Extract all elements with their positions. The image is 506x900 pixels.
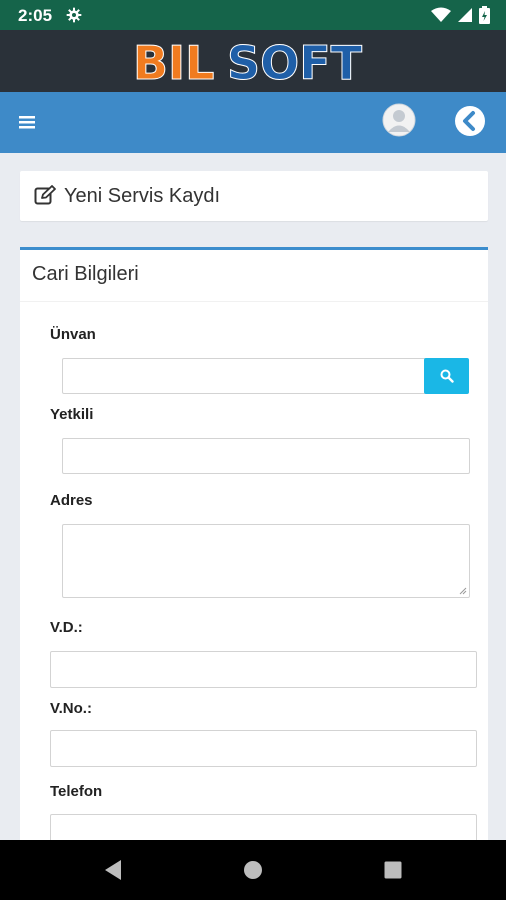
battery-icon: [479, 6, 490, 24]
edit-icon: [34, 185, 56, 205]
unvan-label: Ünvan: [50, 326, 96, 343]
adres-label: Adres: [50, 492, 93, 509]
hamburger-menu-icon[interactable]: [17, 112, 37, 132]
unvan-search-button[interactable]: [424, 358, 469, 394]
search-icon: [440, 369, 454, 383]
adres-textarea[interactable]: [63, 525, 469, 597]
svg-text:SOFT: SOFT: [227, 36, 363, 88]
yetkili-input[interactable]: [63, 439, 469, 473]
system-navigation-bar: [0, 840, 506, 900]
vno-field-wrapper: [50, 730, 477, 767]
nav-back-button[interactable]: [83, 840, 143, 900]
signal-icon: [458, 8, 472, 22]
page-title: Yeni Servis Kaydı: [64, 185, 221, 207]
vd-field-wrapper: [50, 651, 477, 688]
card-header: Cari Bilgileri: [20, 250, 488, 302]
unvan-input[interactable]: [63, 359, 425, 393]
nav-back-triangle-icon: [105, 860, 121, 880]
top-toolbar: [0, 92, 506, 153]
nav-home-circle-icon: [244, 861, 262, 879]
cari-bilgileri-card: Cari Bilgileri Ünvan Yetkili Adres V.D.:…: [20, 247, 488, 851]
section-title: Cari Bilgileri: [32, 263, 139, 285]
svg-text:BIL: BIL: [133, 36, 215, 88]
back-chevron-icon[interactable]: [454, 105, 486, 137]
vd-input[interactable]: [51, 652, 476, 687]
vno-input[interactable]: [51, 731, 476, 766]
vd-label: V.D.:: [50, 619, 83, 636]
telefon-label: Telefon: [50, 783, 103, 800]
nav-recents-button[interactable]: [363, 840, 423, 900]
status-icons: [431, 6, 490, 24]
wifi-icon: [431, 7, 451, 22]
adres-field-wrapper: [62, 524, 470, 598]
vno-label: V.No.:: [50, 700, 92, 717]
user-avatar-icon[interactable]: [382, 103, 416, 137]
page-title-card: Yeni Servis Kaydı: [20, 171, 488, 221]
nav-home-button[interactable]: [223, 840, 283, 900]
unvan-field-wrapper: [62, 358, 426, 394]
status-bar: 2:05: [0, 0, 506, 30]
settings-gear-icon: [66, 7, 82, 23]
brand-header: BIL SOFT: [0, 30, 506, 92]
status-time: 2:05: [18, 6, 53, 25]
yetkili-label: Yetkili: [50, 406, 94, 423]
bilsoft-logo: BIL SOFT: [133, 36, 364, 89]
nav-recents-square-icon: [384, 861, 402, 879]
yetkili-field-wrapper: [62, 438, 470, 474]
resize-handle-icon[interactable]: [459, 587, 467, 595]
